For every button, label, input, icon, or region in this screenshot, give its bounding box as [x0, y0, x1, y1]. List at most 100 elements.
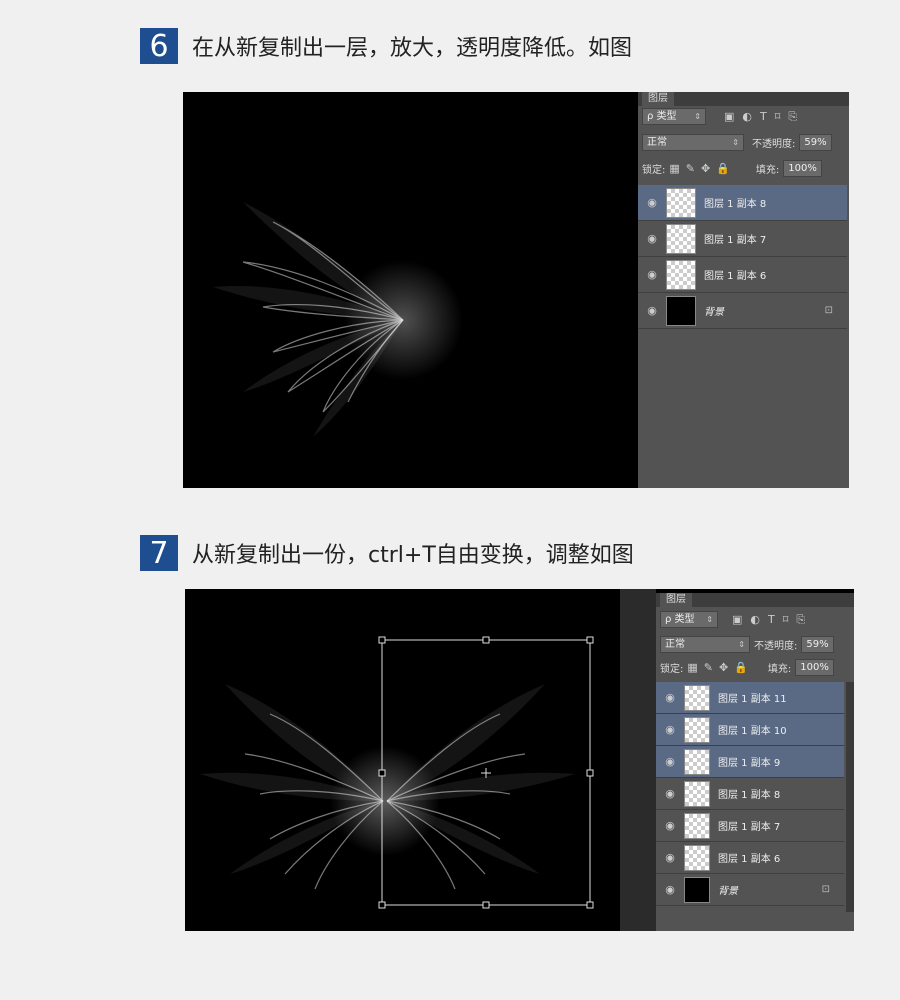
- tab-layers[interactable]: 图层: [660, 593, 692, 607]
- layer-thumbnail: [684, 684, 710, 711]
- layer-name: 图层 1 副本 6: [704, 271, 767, 282]
- filter-icons: ▣ ◐ T ⌑ ⎘: [732, 613, 805, 627]
- transform-bounding-box[interactable]: [185, 589, 620, 931]
- eye-icon[interactable]: ◉: [656, 723, 684, 736]
- screenshot-step-7: 图层 ρ 类型 ⇕ ▣ ◐ T ⌑ ⎘ 正常 ⇕ 不透明度: 59% 锁定: ▦ ✎…: [185, 589, 854, 931]
- layer-thumbnail: [666, 259, 696, 290]
- lock-move-icon[interactable]: ✥: [719, 661, 728, 674]
- layer-row[interactable]: ◉ 图层 1 副本 7: [656, 810, 844, 842]
- blend-mode-value: 正常: [647, 137, 667, 148]
- layer-thumbnail: [684, 780, 710, 807]
- eye-icon[interactable]: ◉: [656, 819, 684, 832]
- lock-move-icon[interactable]: ✥: [701, 162, 710, 175]
- layers-panel: 图层 ρ 类型 ⇕ ▣ ◐ T ⌑ ⎘ 正常 ⇕ 不透明度: 59% 锁定: ▦ ✎…: [638, 92, 849, 488]
- lock-icon: ⊡: [824, 305, 833, 316]
- lock-all-icon[interactable]: 🔒: [716, 162, 730, 175]
- shape-filter-icon[interactable]: ⌑: [775, 110, 781, 124]
- chevron-down-icon: ⇕: [738, 640, 745, 649]
- transform-handle: [378, 636, 386, 644]
- layer-row-background[interactable]: ◉ 背景 ⊡: [656, 874, 844, 906]
- eye-icon[interactable]: ◉: [656, 691, 684, 704]
- lock-paint-icon[interactable]: ✎: [704, 661, 713, 674]
- layer-row[interactable]: ◉ 图层 1 副本 6: [656, 842, 844, 874]
- blend-row: 正常 ⇕ 不透明度: 59%: [660, 636, 852, 653]
- eye-icon[interactable]: ◉: [656, 787, 684, 800]
- tab-layers[interactable]: 图层: [642, 92, 674, 106]
- screenshot-step-6: 图层 ρ 类型 ⇕ ▣ ◐ T ⌑ ⎘ 正常 ⇕ 不透明度: 59% 锁定: ▦ ✎…: [183, 92, 849, 488]
- layer-thumbnail: [666, 187, 696, 218]
- layer-name: 图层 1 副本 8: [718, 790, 781, 801]
- layer-row[interactable]: ◉ 图层 1 副本 9: [656, 746, 844, 778]
- opacity-input[interactable]: 59%: [799, 134, 832, 151]
- layer-row[interactable]: ◉ 图层 1 副本 11: [656, 682, 844, 714]
- blend-mode-select[interactable]: 正常 ⇕: [660, 636, 750, 653]
- pixel-filter-icon[interactable]: ▣: [724, 110, 734, 124]
- layer-name: 图层 1 副本 8: [704, 199, 767, 210]
- lock-paint-icon[interactable]: ✎: [686, 162, 695, 175]
- layer-name: 图层 1 副本 7: [718, 822, 781, 833]
- transform-handle: [482, 901, 490, 909]
- lock-row: 锁定: ▦ ✎ ✥ 🔒 填充: 100%: [642, 160, 847, 177]
- lock-icons: ▦ ✎ ✥ 🔒: [669, 162, 730, 175]
- layer-row[interactable]: ◉ 图层 1 副本 7: [638, 221, 847, 257]
- layer-filter-select[interactable]: ρ 类型 ⇕: [660, 611, 718, 628]
- layer-thumbnail: [684, 844, 710, 871]
- layer-row[interactable]: ◉ 图层 1 副本 10: [656, 714, 844, 746]
- layer-thumbnail: [684, 812, 710, 839]
- chevron-down-icon: ⇕: [694, 112, 701, 121]
- eye-icon[interactable]: ◉: [656, 851, 684, 864]
- smart-object-filter-icon[interactable]: ⎘: [788, 110, 797, 124]
- transform-handle: [378, 901, 386, 909]
- filter-icons: ▣ ◐ T ⌑ ⎘: [724, 110, 797, 124]
- transform-handle: [586, 901, 594, 909]
- layer-thumbnail: [666, 295, 696, 326]
- layer-row-background[interactable]: ◉ 背景 ⊡: [638, 293, 847, 329]
- eye-icon[interactable]: ◉: [638, 304, 666, 317]
- layer-name: 背景: [704, 307, 724, 318]
- opacity-label: 不透明度:: [752, 139, 796, 150]
- transform-handle: [378, 769, 386, 777]
- layer-name: 图层 1 副本 7: [704, 235, 767, 246]
- layer-thumbnail: [684, 748, 710, 775]
- blend-mode-select[interactable]: 正常 ⇕: [642, 134, 744, 151]
- smart-object-filter-icon[interactable]: ⎘: [796, 613, 805, 627]
- layer-name: 背景: [718, 886, 738, 897]
- layer-thumbnail: [666, 223, 696, 254]
- lock-label: 锁定:: [642, 165, 666, 176]
- layer-row[interactable]: ◉ 图层 1 副本 8: [656, 778, 844, 810]
- panel-tabbar: 图层: [656, 593, 854, 607]
- chevron-down-icon: ⇕: [732, 138, 739, 147]
- eye-icon[interactable]: ◉: [638, 196, 666, 209]
- lock-all-icon[interactable]: 🔒: [734, 661, 748, 674]
- lock-row: 锁定: ▦ ✎ ✥ 🔒 填充: 100%: [660, 659, 852, 676]
- fill-input[interactable]: 100%: [783, 160, 822, 177]
- filter-label: ρ 类型: [665, 614, 695, 625]
- type-filter-icon[interactable]: T: [760, 110, 767, 124]
- eye-icon[interactable]: ◉: [638, 268, 666, 281]
- filter-row: ρ 类型 ⇕ ▣ ◐ T ⌑ ⎘: [642, 108, 847, 125]
- lock-transparent-icon[interactable]: ▦: [687, 661, 697, 674]
- pixel-filter-icon[interactable]: ▣: [732, 613, 742, 627]
- adjustment-filter-icon[interactable]: ◐: [742, 110, 752, 124]
- fill-input[interactable]: 100%: [795, 659, 834, 676]
- layer-filter-select[interactable]: ρ 类型 ⇕: [642, 108, 706, 125]
- layer-thumbnail: [684, 716, 710, 743]
- eye-icon[interactable]: ◉: [656, 755, 684, 768]
- adjustment-filter-icon[interactable]: ◐: [750, 613, 760, 627]
- type-filter-icon[interactable]: T: [768, 613, 775, 627]
- step-instruction: 从新复制出一份，ctrl+T自由变换，调整如图: [192, 543, 634, 568]
- opacity-input[interactable]: 59%: [801, 636, 834, 653]
- layer-row[interactable]: ◉ 图层 1 副本 8: [638, 185, 847, 221]
- eye-icon[interactable]: ◉: [638, 232, 666, 245]
- lock-transparent-icon[interactable]: ▦: [669, 162, 679, 175]
- panel-tabbar: 图层: [638, 92, 849, 106]
- layer-row[interactable]: ◉ 图层 1 副本 6: [638, 257, 847, 293]
- blend-mode-value: 正常: [665, 639, 685, 650]
- layers-scrollbar[interactable]: [846, 682, 854, 912]
- step-6-heading: 6 在从新复制出一层，放大，透明度降低。如图: [140, 28, 632, 64]
- transform-handle: [586, 769, 594, 777]
- shape-filter-icon[interactable]: ⌑: [783, 613, 789, 627]
- layer-name: 图层 1 副本 6: [718, 854, 781, 865]
- eye-icon[interactable]: ◉: [656, 883, 684, 896]
- filter-row: ρ 类型 ⇕ ▣ ◐ T ⌑ ⎘: [660, 611, 852, 628]
